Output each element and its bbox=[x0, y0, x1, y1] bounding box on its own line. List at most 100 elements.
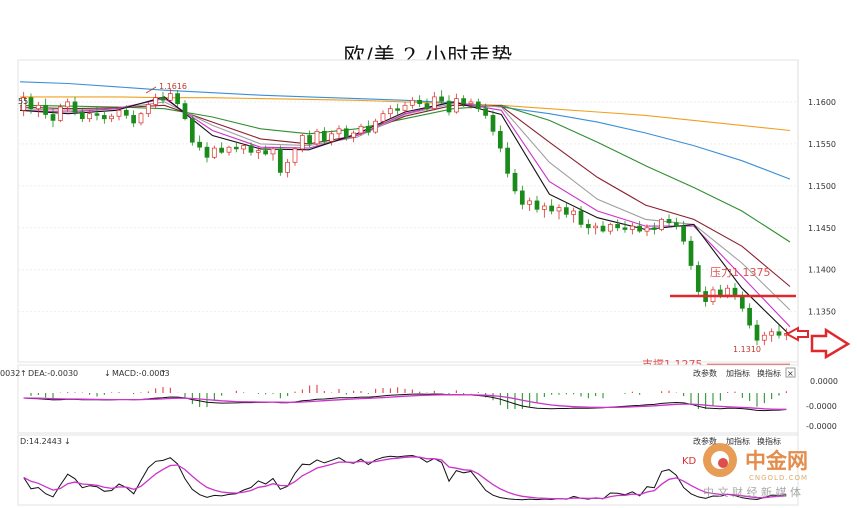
left-price-tag: 55 bbox=[18, 97, 28, 106]
candle-body bbox=[527, 200, 532, 205]
candle-body bbox=[402, 104, 408, 111]
candle-body bbox=[585, 224, 591, 229]
candle-body bbox=[351, 132, 356, 138]
macd-axis-label-1: 0.0000 bbox=[810, 377, 838, 386]
candle-body bbox=[673, 222, 679, 227]
candle-body bbox=[651, 227, 657, 230]
y-tick-label: 1.1450 bbox=[808, 224, 836, 233]
kd-change-indicator-button[interactable]: 换指标 bbox=[757, 436, 781, 446]
candle-body bbox=[263, 150, 268, 155]
candle-body bbox=[578, 210, 584, 225]
candle-body bbox=[387, 108, 393, 115]
candle-body bbox=[497, 130, 503, 149]
candle-body bbox=[233, 146, 239, 150]
candle-body bbox=[607, 224, 613, 232]
watermark-domain: CNGOLD.COM bbox=[749, 474, 808, 482]
candle-body bbox=[270, 148, 276, 155]
candle-body bbox=[35, 104, 41, 110]
candle-body bbox=[695, 265, 701, 292]
candle-body bbox=[556, 207, 562, 212]
macd-left-tag: 0032 bbox=[0, 369, 20, 378]
candle-body bbox=[211, 147, 217, 158]
resistance-label: 压力1.1375 bbox=[710, 266, 771, 279]
candle-body bbox=[571, 210, 576, 215]
candle-body bbox=[182, 103, 188, 120]
macd-add-indicator-button[interactable]: 加指标 bbox=[726, 368, 750, 378]
candle-body bbox=[94, 113, 100, 116]
candle-body bbox=[189, 118, 195, 143]
candle-body bbox=[563, 207, 569, 215]
candle-body bbox=[483, 108, 488, 116]
candle-body bbox=[747, 307, 752, 326]
candle-body bbox=[629, 225, 635, 230]
candle-body bbox=[145, 104, 151, 115]
candle-body bbox=[549, 205, 554, 212]
candle-body bbox=[644, 227, 650, 232]
candle-body bbox=[358, 125, 364, 134]
candle-body bbox=[314, 130, 320, 145]
candle-body bbox=[57, 106, 63, 121]
chart-canvas: 1.1600 1.1550 1.1500 1.1450 1.1400 1.1350 1.1… bbox=[0, 59, 851, 506]
candle-body bbox=[138, 113, 144, 124]
y-tick-label: 1.1500 bbox=[808, 182, 836, 191]
candle-body bbox=[739, 296, 745, 309]
candle-body bbox=[637, 225, 642, 232]
high-price-label: 1.1616 bbox=[159, 82, 187, 91]
candle-body bbox=[28, 97, 34, 109]
kd-add-indicator-button[interactable]: 加指标 bbox=[726, 436, 750, 446]
candle-body bbox=[666, 219, 672, 224]
candle-body bbox=[116, 109, 122, 117]
macd-change-indicator-button[interactable]: 换指标 bbox=[757, 368, 781, 378]
candle-body bbox=[490, 115, 496, 132]
y-tick-label: 1.1400 bbox=[808, 266, 836, 275]
candle-body bbox=[197, 141, 202, 148]
candle-body bbox=[622, 227, 628, 230]
candle-body bbox=[43, 104, 48, 115]
candle-body bbox=[248, 145, 254, 153]
candle-body bbox=[534, 200, 540, 210]
macd-down-arrow-icon: ↓ bbox=[104, 369, 111, 378]
candle-body bbox=[72, 101, 78, 113]
watermark-slogan: 中 文 财 经 新 媒 体 bbox=[703, 485, 801, 499]
y-tick-label: 1.1550 bbox=[808, 140, 836, 149]
candle-body bbox=[79, 111, 85, 120]
candle-body bbox=[175, 93, 180, 105]
candle-body bbox=[417, 99, 422, 105]
candle-body bbox=[519, 190, 525, 205]
candle-body bbox=[307, 135, 312, 145]
candle-body bbox=[219, 147, 224, 153]
candle-body bbox=[593, 225, 598, 229]
candle-body bbox=[255, 150, 261, 153]
candle-body bbox=[424, 103, 430, 109]
candle-body bbox=[409, 99, 415, 106]
candle-body bbox=[512, 172, 518, 192]
candle-body bbox=[380, 113, 386, 122]
candle-body bbox=[277, 148, 283, 173]
candle-body bbox=[292, 148, 298, 163]
candle-body bbox=[153, 97, 158, 105]
kd-overlay-label: KD bbox=[682, 456, 697, 467]
candle-body bbox=[461, 98, 466, 104]
candle-body bbox=[160, 97, 166, 101]
candle-body bbox=[468, 101, 474, 104]
candle-body bbox=[285, 161, 290, 173]
candle-body bbox=[321, 130, 327, 142]
dea-up-arrow-icon: ↑ bbox=[20, 369, 27, 378]
watermark: 中金网 CNGOLD.COM 中 文 财 经 新 媒 体 bbox=[703, 443, 808, 499]
candle-body bbox=[65, 101, 70, 108]
candle-body bbox=[167, 93, 173, 101]
candle-body bbox=[761, 334, 767, 341]
candle-body bbox=[373, 120, 378, 133]
macd-edit-params-button[interactable]: 改参数 bbox=[693, 368, 717, 378]
candle-body bbox=[299, 135, 305, 150]
candle-body bbox=[453, 98, 459, 113]
candle-body bbox=[505, 147, 510, 174]
candle-body bbox=[725, 287, 730, 296]
y-tick-label: 1.1350 bbox=[808, 308, 836, 317]
candle-body bbox=[241, 145, 246, 150]
candle-body bbox=[365, 125, 371, 133]
y-tick-label: 1.1600 bbox=[808, 98, 836, 107]
candle-body bbox=[131, 115, 136, 124]
candle-body bbox=[123, 109, 129, 116]
candle-body bbox=[50, 114, 56, 121]
